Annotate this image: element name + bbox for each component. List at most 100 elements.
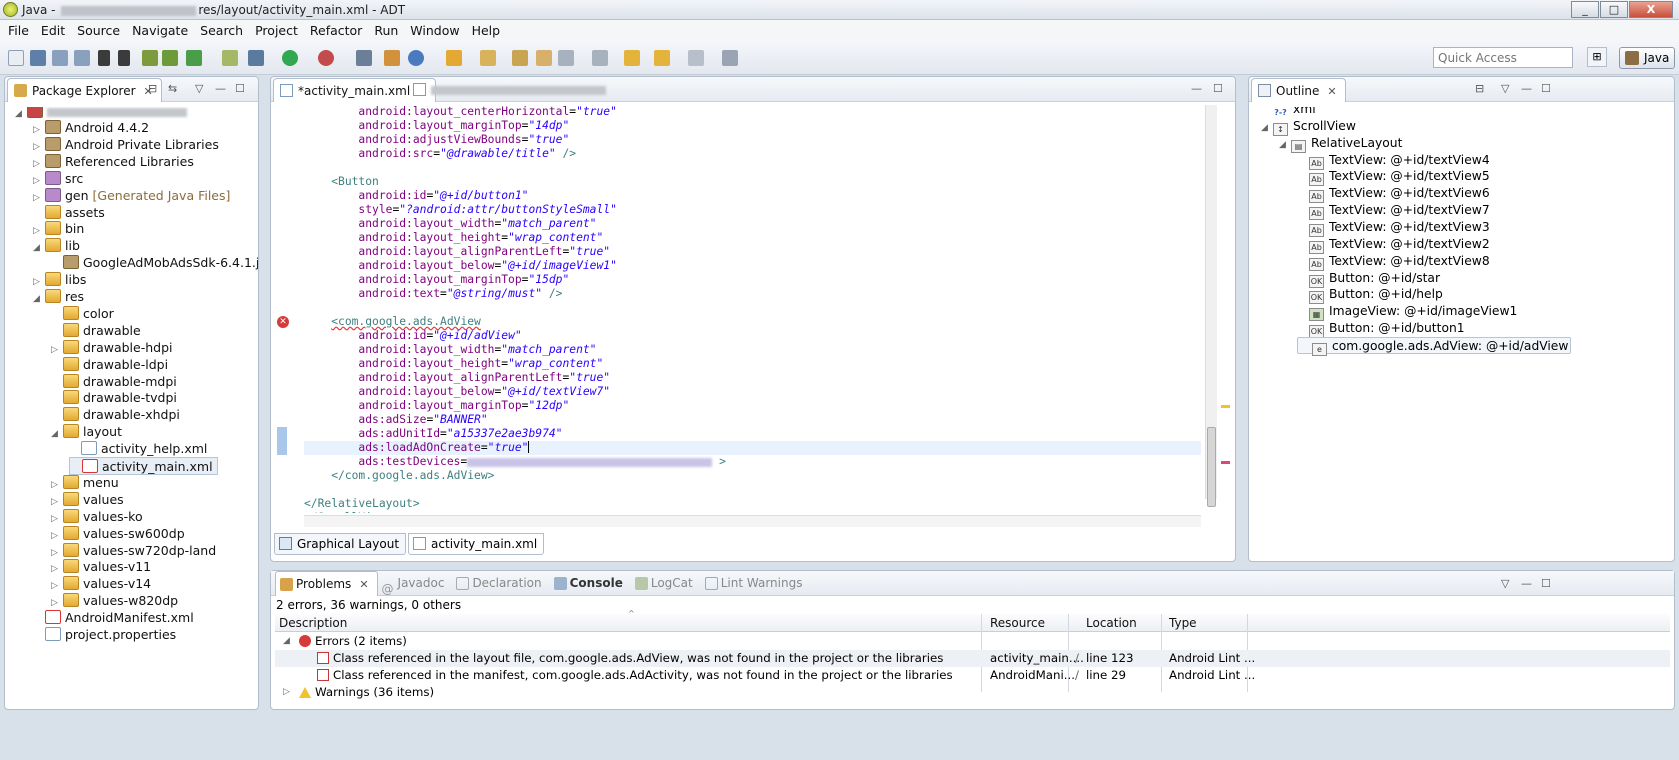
skip-breakpoints-icon[interactable]	[356, 50, 372, 66]
code-line[interactable]: android:layout_marginTop="12dp"	[304, 399, 569, 413]
close-tab-icon[interactable]: ✕	[1327, 85, 1336, 98]
col-location[interactable]: Location	[1086, 616, 1137, 630]
outline-item[interactable]: Ab TextView: @+id/textView7	[1297, 202, 1490, 221]
outline-item[interactable]: OK Button: @+id/star	[1297, 270, 1440, 288]
link-editor-icon[interactable]: ⇆	[168, 82, 177, 95]
open-folder-icon[interactable]	[480, 50, 496, 66]
tree-item[interactable]: ▷ bin	[33, 220, 84, 238]
menu-project[interactable]: Project	[249, 23, 304, 38]
tree-item[interactable]: activity_main.xml	[69, 457, 218, 475]
tree-item[interactable]: ▷ Android 4.4.2	[33, 119, 149, 137]
outline-item[interactable]: ▦ ImageView: @+id/imageView1	[1297, 303, 1517, 322]
code-line[interactable]: </com.google.ads.AdView>	[304, 469, 494, 483]
tab-logcat[interactable]: LogCat	[631, 571, 701, 596]
code-line[interactable]: android:layout_centerHorizontal="true"	[304, 105, 616, 119]
new-class-icon[interactable]	[384, 50, 400, 66]
expand-arrow-icon[interactable]: ◢	[1261, 120, 1273, 137]
tree-item[interactable]: ▷ src	[33, 170, 83, 188]
menu-source[interactable]: Source	[71, 23, 126, 38]
col-description[interactable]: Description	[279, 616, 347, 630]
tree-item[interactable]: ◢ lib	[33, 237, 80, 255]
menu-edit[interactable]: Edit	[35, 23, 71, 38]
horizontal-scrollbar[interactable]	[304, 515, 1201, 527]
scroll-thumb[interactable]	[1207, 427, 1216, 507]
code-line[interactable]: android:id="@+id/adView"	[304, 329, 521, 343]
col-resource[interactable]: Resource	[990, 616, 1045, 630]
problem-row[interactable]: Class referenced in the manifest, com.go…	[275, 667, 1670, 684]
tree-item[interactable]: assets	[33, 204, 105, 222]
outline-item[interactable]: OK Button: @+id/button1	[1297, 320, 1465, 339]
tree-item[interactable]: ▷ drawable-hdpi	[51, 339, 173, 357]
tab-outline[interactable]: Outline ✕	[1251, 78, 1346, 102]
upload-icon[interactable]	[98, 50, 110, 66]
outline-item[interactable]: OK Button: @+id/help	[1297, 286, 1443, 305]
outline-item[interactable]: e com.google.ads.AdView: @+id/adView	[1297, 336, 1572, 356]
tree-item[interactable]: drawable-ldpi	[51, 356, 168, 374]
tree-item[interactable]: activity_help.xml	[69, 440, 207, 458]
save-icon[interactable]	[30, 50, 46, 66]
tab-javadoc[interactable]: @ Javadoc	[378, 571, 453, 596]
debug-icon[interactable]	[248, 50, 264, 66]
tab-package-explorer[interactable]: Package Explorer ✕	[7, 78, 162, 102]
back-icon[interactable]	[624, 50, 640, 66]
tree-item[interactable]: GoogleAdMobAdsSdk-6.4.1.jar	[51, 254, 258, 272]
run-icon[interactable]	[282, 50, 298, 66]
minimize-view-icon[interactable]: —	[1521, 577, 1532, 590]
error-marker[interactable]	[1221, 461, 1230, 464]
code-line[interactable]: android:layout_below="@+id/imageView1"	[304, 259, 616, 273]
code-line[interactable]: android:layout_height="wrap_content"	[304, 231, 603, 245]
expand-arrow-icon[interactable]: ◢	[33, 239, 45, 257]
expand-arrow-icon[interactable]: ◢	[33, 290, 45, 308]
tree-item[interactable]: ▷ Referenced Libraries	[33, 153, 194, 171]
col-type[interactable]: Type	[1169, 616, 1197, 630]
outline-item[interactable]: Ab TextView: @+id/textView2	[1297, 236, 1490, 254]
minimize-view-icon[interactable]: —	[215, 82, 226, 95]
quick-access-input[interactable]	[1433, 47, 1573, 68]
menu-navigate[interactable]: Navigate	[126, 23, 194, 38]
new-icon[interactable]	[8, 50, 24, 66]
maximize-view-icon[interactable]: ☐	[235, 82, 245, 95]
code-line[interactable]: <com.google.ads.AdView	[304, 315, 481, 329]
maximize-view-icon[interactable]: ☐	[1541, 82, 1551, 95]
avd-manager-icon[interactable]	[162, 50, 178, 66]
new-package-icon[interactable]	[408, 50, 424, 66]
menu-refactor[interactable]: Refactor	[304, 23, 368, 38]
code-line[interactable]: style="?android:attr/buttonStyleSmall"	[304, 203, 616, 217]
tree-item[interactable]: ◢ res	[33, 288, 84, 306]
tree-item[interactable]: project.properties	[33, 626, 176, 644]
open-perspective-icon[interactable]: ⊞	[1587, 47, 1607, 67]
code-line[interactable]: android:layout_marginTop="15dp"	[304, 273, 569, 287]
code-line[interactable]: android:layout_width="match_parent"	[304, 217, 596, 231]
java-perspective-button[interactable]: Java	[1619, 47, 1675, 69]
code-line[interactable]: ads:adUnitId="a15337e2ae3b974"	[304, 427, 562, 441]
code-line[interactable]: android:layout_below="@+id/textView7"	[304, 385, 610, 399]
maximize-view-icon[interactable]: ☐	[1213, 82, 1223, 95]
tree-item[interactable]: drawable	[51, 322, 141, 340]
code-line[interactable]: <Button	[304, 175, 379, 189]
tree-item[interactable]: color	[51, 305, 114, 323]
code-line[interactable]: android:id="@+id/button1"	[304, 189, 528, 203]
tab-xml-source[interactable]: activity_main.xml	[408, 533, 545, 555]
outline-item[interactable]: Ab TextView: @+id/textView3	[1297, 219, 1490, 237]
outline-item[interactable]: Ab TextView: @+id/textView4	[1297, 152, 1490, 170]
expand-arrow-icon[interactable]: ◢	[51, 425, 63, 443]
menu-window[interactable]: Window	[404, 23, 465, 38]
next-annotation-icon[interactable]	[558, 50, 574, 66]
tree-item[interactable]: ▷ gen [Generated Java Files]	[33, 187, 230, 205]
tree-item[interactable]: drawable-mdpi	[51, 373, 177, 391]
tab-declaration[interactable]: Declaration	[452, 571, 549, 596]
problem-row[interactable]: Class referenced in the layout file, com…	[275, 650, 1670, 667]
pin-icon[interactable]	[722, 50, 738, 66]
outline-item[interactable]: ◢ ▤ RelativeLayout	[1279, 135, 1402, 153]
code-line[interactable]: android:layout_alignParentLeft="true"	[304, 245, 610, 259]
minimize-view-icon[interactable]: —	[1191, 82, 1202, 95]
maximize-view-icon[interactable]: ☐	[1541, 577, 1551, 590]
code-line[interactable]: </ScrollView>	[304, 511, 392, 513]
minimize-view-icon[interactable]: —	[1521, 82, 1532, 95]
code-line[interactable]: android:text="@string/must" />	[304, 287, 562, 301]
view-menu-icon[interactable]: ▽	[1501, 577, 1509, 590]
collapse-all-icon[interactable]: ⊟	[1475, 82, 1484, 95]
tree-item[interactable]: ▷ values-sw600dp	[51, 525, 185, 543]
close-tab-icon[interactable]: ✕	[359, 578, 368, 591]
tree-item[interactable]: ▷ values-v11	[51, 558, 151, 576]
